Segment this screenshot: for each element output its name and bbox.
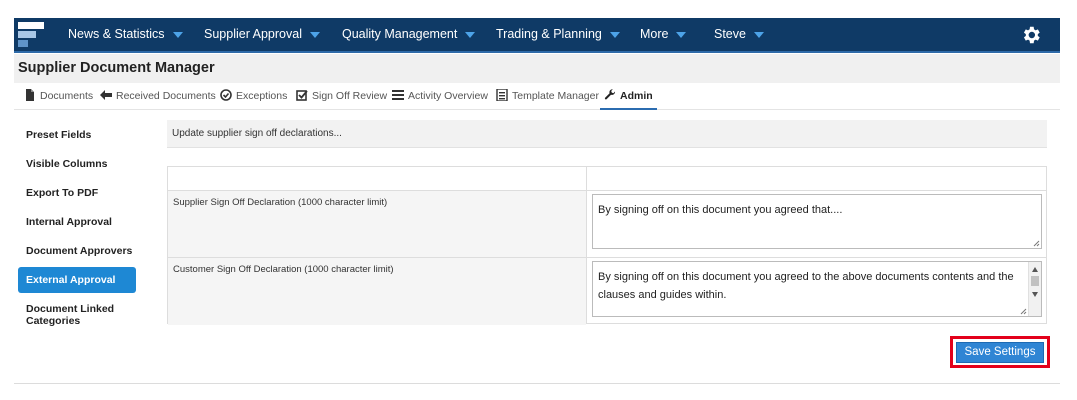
arrow-left-icon [100,90,112,100]
customer-declaration-label: Customer Sign Off Declaration (1000 char… [173,264,394,275]
chevron-down-icon [676,31,687,38]
scroll-down-icon[interactable] [1032,292,1038,297]
sidebar-item-internal-approval[interactable]: Internal Approval [18,216,136,228]
scroll-up-icon[interactable] [1032,267,1038,272]
tab-admin[interactable]: Admin [600,84,657,110]
tab-exceptions[interactable]: Exceptions [220,84,287,110]
tab-sign-off-review[interactable]: Sign Off Review [296,84,387,110]
hint-bar: Update supplier sign off declarations... [167,120,1047,148]
logo-icon[interactable] [18,22,44,48]
sidebar-item-preset-fields[interactable]: Preset Fields [18,129,136,141]
supplier-declaration-textarea[interactable]: By signing off on this document you agre… [592,194,1042,249]
nav-item-news-statistics[interactable]: News & Statistics [68,18,183,51]
textarea-scrollbar[interactable] [1028,262,1041,316]
footer-divider [14,383,1060,384]
supplier-declaration-label: Supplier Sign Off Declaration (1000 char… [173,197,388,208]
resize-handle-icon[interactable] [1032,239,1040,247]
chevron-down-icon [309,31,320,38]
chevron-down-icon [172,31,183,38]
nav-item-user-steve[interactable]: Steve [714,18,764,51]
sidebar-item-document-linked-categories[interactable]: Document Linked Categories [18,303,118,327]
save-settings-button[interactable]: Save Settings [956,342,1044,363]
chevron-down-icon [753,31,764,38]
sidebar-item-export-to-pdf[interactable]: Export To PDF [18,187,136,199]
wrench-icon [604,89,616,100]
tab-template-manager[interactable]: Template Manager [496,84,599,110]
sidebar-item-visible-columns[interactable]: Visible Columns [18,158,136,170]
top-navigation-bar: News & Statistics Supplier Approval Qual… [14,18,1060,53]
list-icon [392,90,404,100]
tab-activity-overview[interactable]: Activity Overview [392,84,488,110]
label-column-bg [168,191,586,325]
resize-handle-icon[interactable] [1019,307,1027,315]
nav-item-trading-planning[interactable]: Trading & Planning [496,18,620,51]
nav-item-supplier-approval[interactable]: Supplier Approval [204,18,320,51]
customer-declaration-textarea[interactable]: By signing off on this document you agre… [592,261,1042,317]
circle-check-icon [220,89,232,101]
chevron-down-icon [465,31,476,38]
title-bar: Supplier Document Manager [14,54,1060,83]
page-title: Supplier Document Manager [18,60,215,76]
gear-icon[interactable] [1020,24,1042,46]
tab-documents[interactable]: Documents [24,84,93,110]
document-icon [26,89,34,101]
sidebar-item-external-approval[interactable]: External Approval [18,267,136,293]
nav-item-quality-management[interactable]: Quality Management [342,18,476,51]
checkbox-icon [296,90,308,101]
nav-item-more[interactable]: More [640,18,687,51]
scroll-thumb[interactable] [1031,276,1039,286]
tab-received-documents[interactable]: Received Documents [100,84,216,110]
declarations-table: Supplier Sign Off Declaration (1000 char… [167,166,1047,325]
chevron-down-icon [609,31,620,38]
template-icon [496,89,508,101]
sidebar-item-document-approvers[interactable]: Document Approvers [18,245,136,257]
tab-bar: Documents Received Documents Exceptions … [14,84,1060,110]
